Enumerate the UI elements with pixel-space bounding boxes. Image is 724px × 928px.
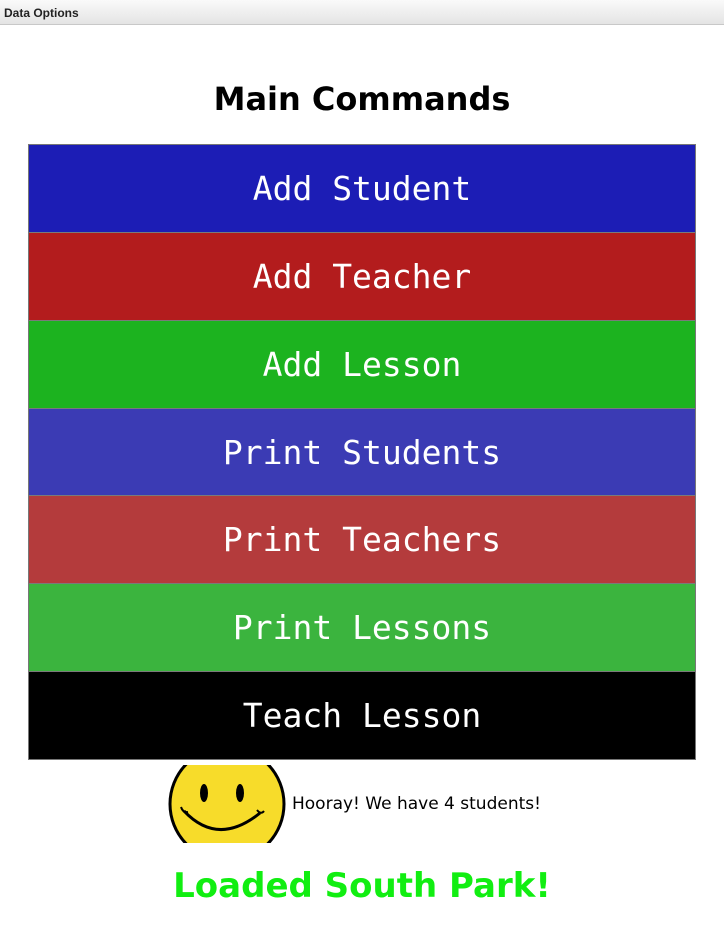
window-title: Data Options	[4, 6, 79, 20]
print-students-button[interactable]: Print Students	[29, 408, 695, 497]
add-student-button[interactable]: Add Student	[29, 145, 695, 233]
print-teachers-button[interactable]: Print Teachers	[29, 496, 695, 585]
page-title: Main Commands	[213, 80, 511, 118]
add-teacher-button[interactable]: Add Teacher	[29, 232, 695, 321]
teach-lesson-button[interactable]: Teach Lesson	[29, 672, 695, 760]
loaded-message: Loaded South Park!	[173, 866, 551, 906]
status-message: Hooray! We have 4 students!	[292, 794, 541, 814]
add-lesson-button[interactable]: Add Lesson	[29, 320, 695, 409]
smiley-face-icon	[168, 765, 286, 843]
command-list: Add Student Add Teacher Add Lesson Print…	[28, 144, 696, 760]
print-lessons-button[interactable]: Print Lessons	[29, 584, 695, 673]
title-bar: Data Options	[0, 0, 724, 25]
status-row: Hooray! We have 4 students!	[168, 765, 541, 843]
